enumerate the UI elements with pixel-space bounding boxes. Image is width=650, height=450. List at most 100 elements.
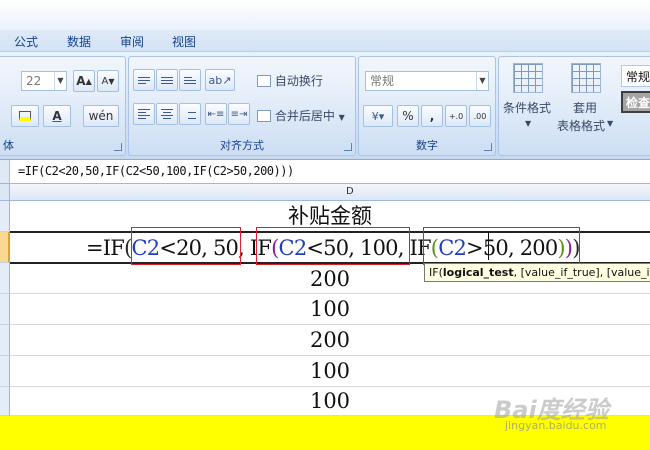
percent-button[interactable]: % <box>397 105 419 127</box>
shrink-font-button[interactable]: A ▼ <box>97 70 119 92</box>
align-left-button[interactable] <box>133 103 155 125</box>
align-bottom-icon <box>184 76 196 84</box>
styles-group: 条件格式 套用 表格格式 ▼ ▼ 常规 检查 <box>498 56 650 156</box>
highlight-box <box>131 227 241 265</box>
grow-font-button[interactable]: A ▲ <box>73 70 95 92</box>
phonetic-button[interactable]: wén <box>83 105 119 127</box>
align-top-button[interactable] <box>133 69 155 91</box>
formula-input[interactable]: =IF(C2<20,50,IF(C2<50,100,IF(C2>50,200))… <box>18 164 294 178</box>
tab-formulas[interactable]: 公式 <box>14 33 38 50</box>
chevron-down-icon: ▼ <box>54 72 66 90</box>
align-center-icon <box>161 109 173 119</box>
tab-review[interactable]: 审阅 <box>120 33 144 50</box>
increase-indent-icon: ≡⇥ <box>230 108 248 120</box>
title-strip <box>0 0 650 30</box>
format-table-line1[interactable]: 套用 <box>573 99 597 116</box>
align-top-icon <box>138 76 150 84</box>
table-row[interactable]: 100 <box>10 356 650 387</box>
shrink-font-label: A <box>101 75 109 87</box>
chevron-down-icon: ▼ <box>476 72 488 90</box>
conditional-format-button[interactable]: 条件格式 <box>503 99 551 116</box>
alignment-group: ab↗ ⇤≡ ≡⇥ 自动换行 合并后居中 ▼ 对齐方式 <box>128 56 356 156</box>
increase-indent-button[interactable]: ≡⇥ <box>228 103 250 125</box>
merge-cells-icon <box>257 110 271 122</box>
decrease-decimal-icon: .00 <box>473 111 487 121</box>
alignment-dialog-launcher[interactable] <box>344 143 352 151</box>
arrow-down-icon: ▼ <box>108 76 115 86</box>
chevron-down-icon: ▼ <box>607 119 614 128</box>
increase-decimal-button[interactable]: +.0 <box>445 105 467 127</box>
fill-color-button[interactable] <box>11 105 39 127</box>
ribbon: 22 ▼ A ▲ A ▼ A wén 体 ab↗ ⇤≡ ≡⇥ 自动换行 合并后居… <box>0 52 650 160</box>
tooltip-args: , [value_if_true], [value_if_false]) <box>513 266 650 279</box>
align-bottom-button[interactable] <box>179 69 201 91</box>
number-format-select[interactable]: 常规 ▼ <box>365 71 489 91</box>
paint-bucket-icon <box>19 111 31 121</box>
formula-bar: =IF(C2<20,50,IF(C2<50,100,IF(C2>50,200))… <box>0 160 650 184</box>
font-group: 22 ▼ A ▲ A ▼ A wén 体 <box>0 56 126 156</box>
alignment-group-label: 对齐方式 <box>220 139 264 152</box>
tooltip-fn: IF( <box>429 266 443 279</box>
ribbon-tabs: 公式 数据 审阅 视图 <box>0 30 650 52</box>
row-header[interactable] <box>0 201 10 232</box>
tab-data[interactable]: 数据 <box>67 33 91 50</box>
align-left-icon <box>138 109 150 119</box>
currency-button[interactable]: ¥▾ <box>363 105 393 127</box>
column-header-d[interactable]: D <box>10 184 650 201</box>
phonetic-icon: wén <box>88 109 114 123</box>
table-row[interactable]: 200 <box>10 325 650 356</box>
table-format-icon <box>571 63 601 93</box>
comma-icon: , <box>429 109 435 123</box>
font-size-select[interactable]: 22 ▼ <box>21 71 67 91</box>
tooltip-active-arg[interactable]: logical_test <box>443 266 514 279</box>
font-color-button[interactable]: A <box>43 105 71 127</box>
comma-button[interactable]: , <box>421 105 443 127</box>
align-right-icon <box>184 109 196 119</box>
font-color-icon: A <box>52 109 62 123</box>
conditional-format-icon <box>513 63 543 93</box>
row-header[interactable] <box>0 356 10 387</box>
table-row[interactable]: 100 <box>10 294 650 325</box>
chevron-down-icon: ▼ <box>525 119 532 128</box>
row-header[interactable] <box>0 294 10 325</box>
tab-view[interactable]: 视图 <box>172 33 196 50</box>
highlight-box <box>423 227 580 265</box>
function-tooltip: IF(logical_test, [value_if_true], [value… <box>424 263 650 282</box>
style-normal-button[interactable]: 常规 <box>621 65 650 87</box>
text-cursor <box>488 232 489 260</box>
font-size-value: 22 <box>26 74 42 88</box>
style-normal-label: 常规 <box>626 70 650 84</box>
row-header[interactable] <box>0 387 10 416</box>
name-box-edge <box>0 160 10 183</box>
wrap-text-button[interactable]: 自动换行 <box>257 72 323 89</box>
number-group-label: 数字 <box>416 139 438 152</box>
number-group: 常规 ▼ ¥▾ % , +.0 .00 数字 <box>358 56 496 156</box>
percent-icon: % <box>402 109 414 123</box>
align-center-button[interactable] <box>156 103 178 125</box>
number-dialog-launcher[interactable] <box>484 143 492 151</box>
align-middle-button[interactable] <box>156 69 178 91</box>
grow-font-label: A <box>76 74 86 88</box>
row-header[interactable] <box>0 325 10 356</box>
formula-token: =IF <box>86 236 125 260</box>
align-middle-icon <box>161 76 173 84</box>
merge-center-button[interactable]: 合并后居中 ▼ <box>257 107 345 124</box>
format-table-line2[interactable]: 表格格式 <box>557 117 605 134</box>
number-format-value: 常规 <box>370 74 395 88</box>
orientation-button[interactable]: ab↗ <box>205 69 235 91</box>
increase-decimal-icon: +.0 <box>448 111 464 121</box>
select-all-corner[interactable] <box>0 184 10 201</box>
style-check-button[interactable]: 检查 <box>621 91 650 113</box>
wrap-text-icon <box>257 75 271 87</box>
arrow-up-icon: ▲ <box>85 76 92 86</box>
row-header-selected[interactable] <box>0 232 10 263</box>
align-right-button[interactable] <box>179 103 201 125</box>
row-header[interactable] <box>0 263 10 294</box>
watermark-url: jingyan.baidu.com <box>505 419 607 432</box>
font-group-label: 体 <box>3 139 14 152</box>
font-dialog-launcher[interactable] <box>114 143 122 151</box>
decrease-decimal-button[interactable]: .00 <box>469 105 491 127</box>
column-label: D <box>346 186 354 197</box>
decrease-indent-button[interactable]: ⇤≡ <box>205 103 227 125</box>
orientation-icon: ab↗ <box>208 73 232 87</box>
